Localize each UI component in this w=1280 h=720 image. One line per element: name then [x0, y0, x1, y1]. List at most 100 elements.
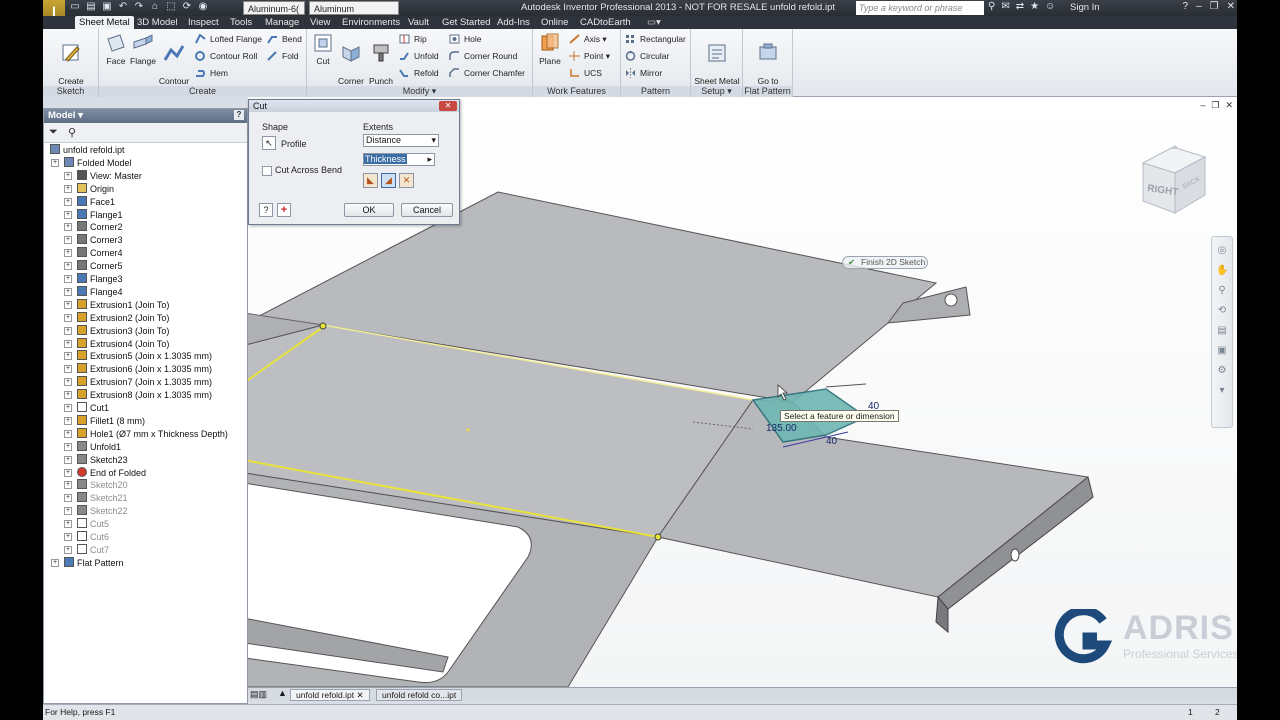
expand-icon[interactable]: + [64, 481, 72, 490]
extents-dropdown[interactable]: Distance ▾ [363, 134, 439, 147]
tree-item[interactable]: + Folded Model [51, 156, 132, 169]
panel-modify-title[interactable]: Modify ▾ [307, 86, 532, 97]
expand-icon[interactable]: + [64, 326, 72, 335]
minimize-icon[interactable]: – [1196, 1, 1202, 12]
dialog-plus-icon[interactable]: + [277, 203, 291, 217]
expand-icon[interactable]: + [64, 275, 72, 283]
sketch-point-1[interactable] [319, 322, 327, 330]
tree-item[interactable]: + Fillet1 (8 mm) [64, 414, 145, 427]
tree-item[interactable]: + Sketch21 [64, 492, 128, 504]
cancel-button[interactable]: Cancel [401, 203, 453, 217]
expand-icon[interactable]: + [64, 429, 72, 438]
tree-item[interactable]: + Extrusion4 (Join To) [64, 337, 169, 350]
unfold-button[interactable]: Unfold [399, 49, 439, 63]
tree-item[interactable]: + Corner2 [64, 221, 123, 233]
expand-icon[interactable]: + [64, 533, 72, 541]
binoculars-icon[interactable]: ⚲ [988, 1, 995, 12]
tab-3d-model[interactable]: 3D Model [133, 16, 182, 29]
tab-tools[interactable]: Tools [226, 16, 256, 29]
tab-vault[interactable]: Vault [404, 16, 433, 29]
tab-scroll-icon[interactable]: ▲ [278, 688, 287, 698]
tree-item[interactable]: + Face1 [64, 195, 115, 208]
tree-item[interactable]: + Cut1 [64, 402, 109, 414]
update-icon[interactable]: ⟳ [181, 1, 193, 13]
tree-item[interactable]: + Cut6 [64, 531, 109, 543]
hole-button[interactable]: Hole [449, 32, 481, 46]
look-at-icon[interactable]: ▤ [1216, 325, 1228, 337]
close-icon[interactable]: ✕ [1227, 1, 1235, 12]
pan-icon[interactable]: ✋ [1216, 265, 1228, 277]
redo-icon[interactable]: ↷ [133, 1, 145, 13]
tab-sheet-metal[interactable]: Sheet Metal [75, 16, 134, 29]
doc-tab-active[interactable]: unfold refold.ipt ✕ [290, 689, 370, 701]
nav-dropdown-icon[interactable]: ▾ [1216, 385, 1228, 397]
face-button[interactable]: Face [103, 32, 129, 66]
tree-item[interactable]: + Flange4 [64, 285, 123, 298]
nav-settings-icon[interactable]: ⚙ [1216, 365, 1228, 377]
tab-cadtoearth[interactable]: CADtoEarth [576, 16, 635, 29]
browser-help-icon[interactable]: ? [234, 110, 244, 120]
restore-icon[interactable]: ❐ [1210, 1, 1219, 12]
tab-layout-icon[interactable]: ▤▥ [250, 689, 267, 700]
expand-icon[interactable]: + [64, 300, 72, 309]
tab-add-ins[interactable]: Add-Ins [493, 16, 534, 29]
help-icon[interactable]: ? [1183, 1, 1189, 12]
expand-icon[interactable]: + [64, 262, 72, 271]
corner-chamfer-button[interactable]: Corner Chamfer [449, 66, 525, 80]
expand-icon[interactable]: + [64, 468, 72, 477]
viewport-close-icon[interactable]: ✕ [1225, 100, 1233, 111]
expand-icon[interactable]: + [64, 223, 72, 232]
expand-icon[interactable]: + [64, 365, 72, 374]
expand-icon[interactable]: + [64, 520, 72, 529]
viewport-minimize-icon[interactable]: – [1200, 100, 1205, 111]
point-button[interactable]: Point ▾ [569, 49, 610, 63]
exchange-icon[interactable]: ⇄ [1016, 1, 1024, 12]
corner-round-button[interactable]: Corner Round [449, 49, 517, 63]
bend-button[interactable]: Bend [267, 32, 302, 46]
browser-header[interactable]: Model ▾ ? [44, 109, 247, 123]
viewport-restore-icon[interactable]: ❐ [1211, 100, 1219, 111]
expand-icon[interactable]: + [64, 455, 72, 464]
ok-button[interactable]: OK [344, 203, 394, 217]
expand-icon[interactable]: + [64, 236, 72, 245]
expand-icon[interactable]: + [64, 378, 72, 387]
tree-item[interactable]: + Extrusion5 (Join x 1.3035 mm) [64, 350, 212, 362]
find-binoculars-icon[interactable]: ⚲ [68, 126, 76, 139]
expand-icon[interactable]: + [51, 558, 59, 567]
expand-icon[interactable]: + [64, 391, 72, 400]
finish-2d-sketch-button[interactable]: ✔ Finish 2D Sketch [842, 256, 928, 269]
cut-across-bend-checkbox[interactable] [262, 166, 272, 176]
fold-button[interactable]: Fold [267, 49, 299, 63]
expand-icon[interactable]: + [64, 287, 72, 296]
tab-overflow-icon[interactable]: ▭▾ [643, 16, 665, 29]
expand-icon[interactable]: + [64, 545, 72, 554]
profile-label[interactable]: Profile [281, 139, 307, 149]
ucs-button[interactable]: UCS [569, 66, 602, 80]
home-icon[interactable]: ⌂ [149, 1, 161, 13]
tab-get-started[interactable]: Get Started [438, 16, 495, 29]
direction-1-icon[interactable]: ◣ [363, 173, 378, 188]
expand-icon[interactable]: + [64, 352, 72, 361]
mirror-button[interactable]: Mirror [625, 66, 662, 80]
tree-item[interactable]: + Extrusion1 (Join To) [64, 298, 169, 311]
tab-inspect[interactable]: Inspect [184, 16, 223, 29]
color-icon[interactable]: ◉ [197, 1, 209, 13]
hem-button[interactable]: Hem [195, 66, 228, 80]
tree-item[interactable]: + Sketch23 [64, 453, 128, 466]
dialog-help-icon[interactable]: ? [259, 203, 273, 217]
tree-item[interactable]: + Cut5 [64, 518, 109, 530]
tree-item[interactable]: + Corner4 [64, 247, 123, 259]
undo-icon[interactable]: ↶ [117, 1, 129, 13]
flange-button[interactable]: Flange [129, 32, 157, 66]
tab-online[interactable]: Online [537, 16, 572, 29]
sketch-point-2[interactable] [654, 533, 662, 541]
tree-item[interactable]: + Hole1 (Ø7 mm x Thickness Depth) [64, 427, 228, 440]
plane-button[interactable]: Plane [536, 32, 564, 66]
expand-icon[interactable]: + [64, 404, 72, 412]
expand-arrow-icon[interactable]: ▸ [427, 154, 432, 165]
contour-roll-button[interactable]: Contour Roll [195, 49, 257, 63]
tab-environments[interactable]: Environments [338, 16, 404, 29]
expand-icon[interactable]: + [64, 416, 72, 425]
axis-button[interactable]: Axis ▾ [569, 32, 607, 46]
tree-item[interactable]: unfold refold.ipt [50, 144, 125, 156]
